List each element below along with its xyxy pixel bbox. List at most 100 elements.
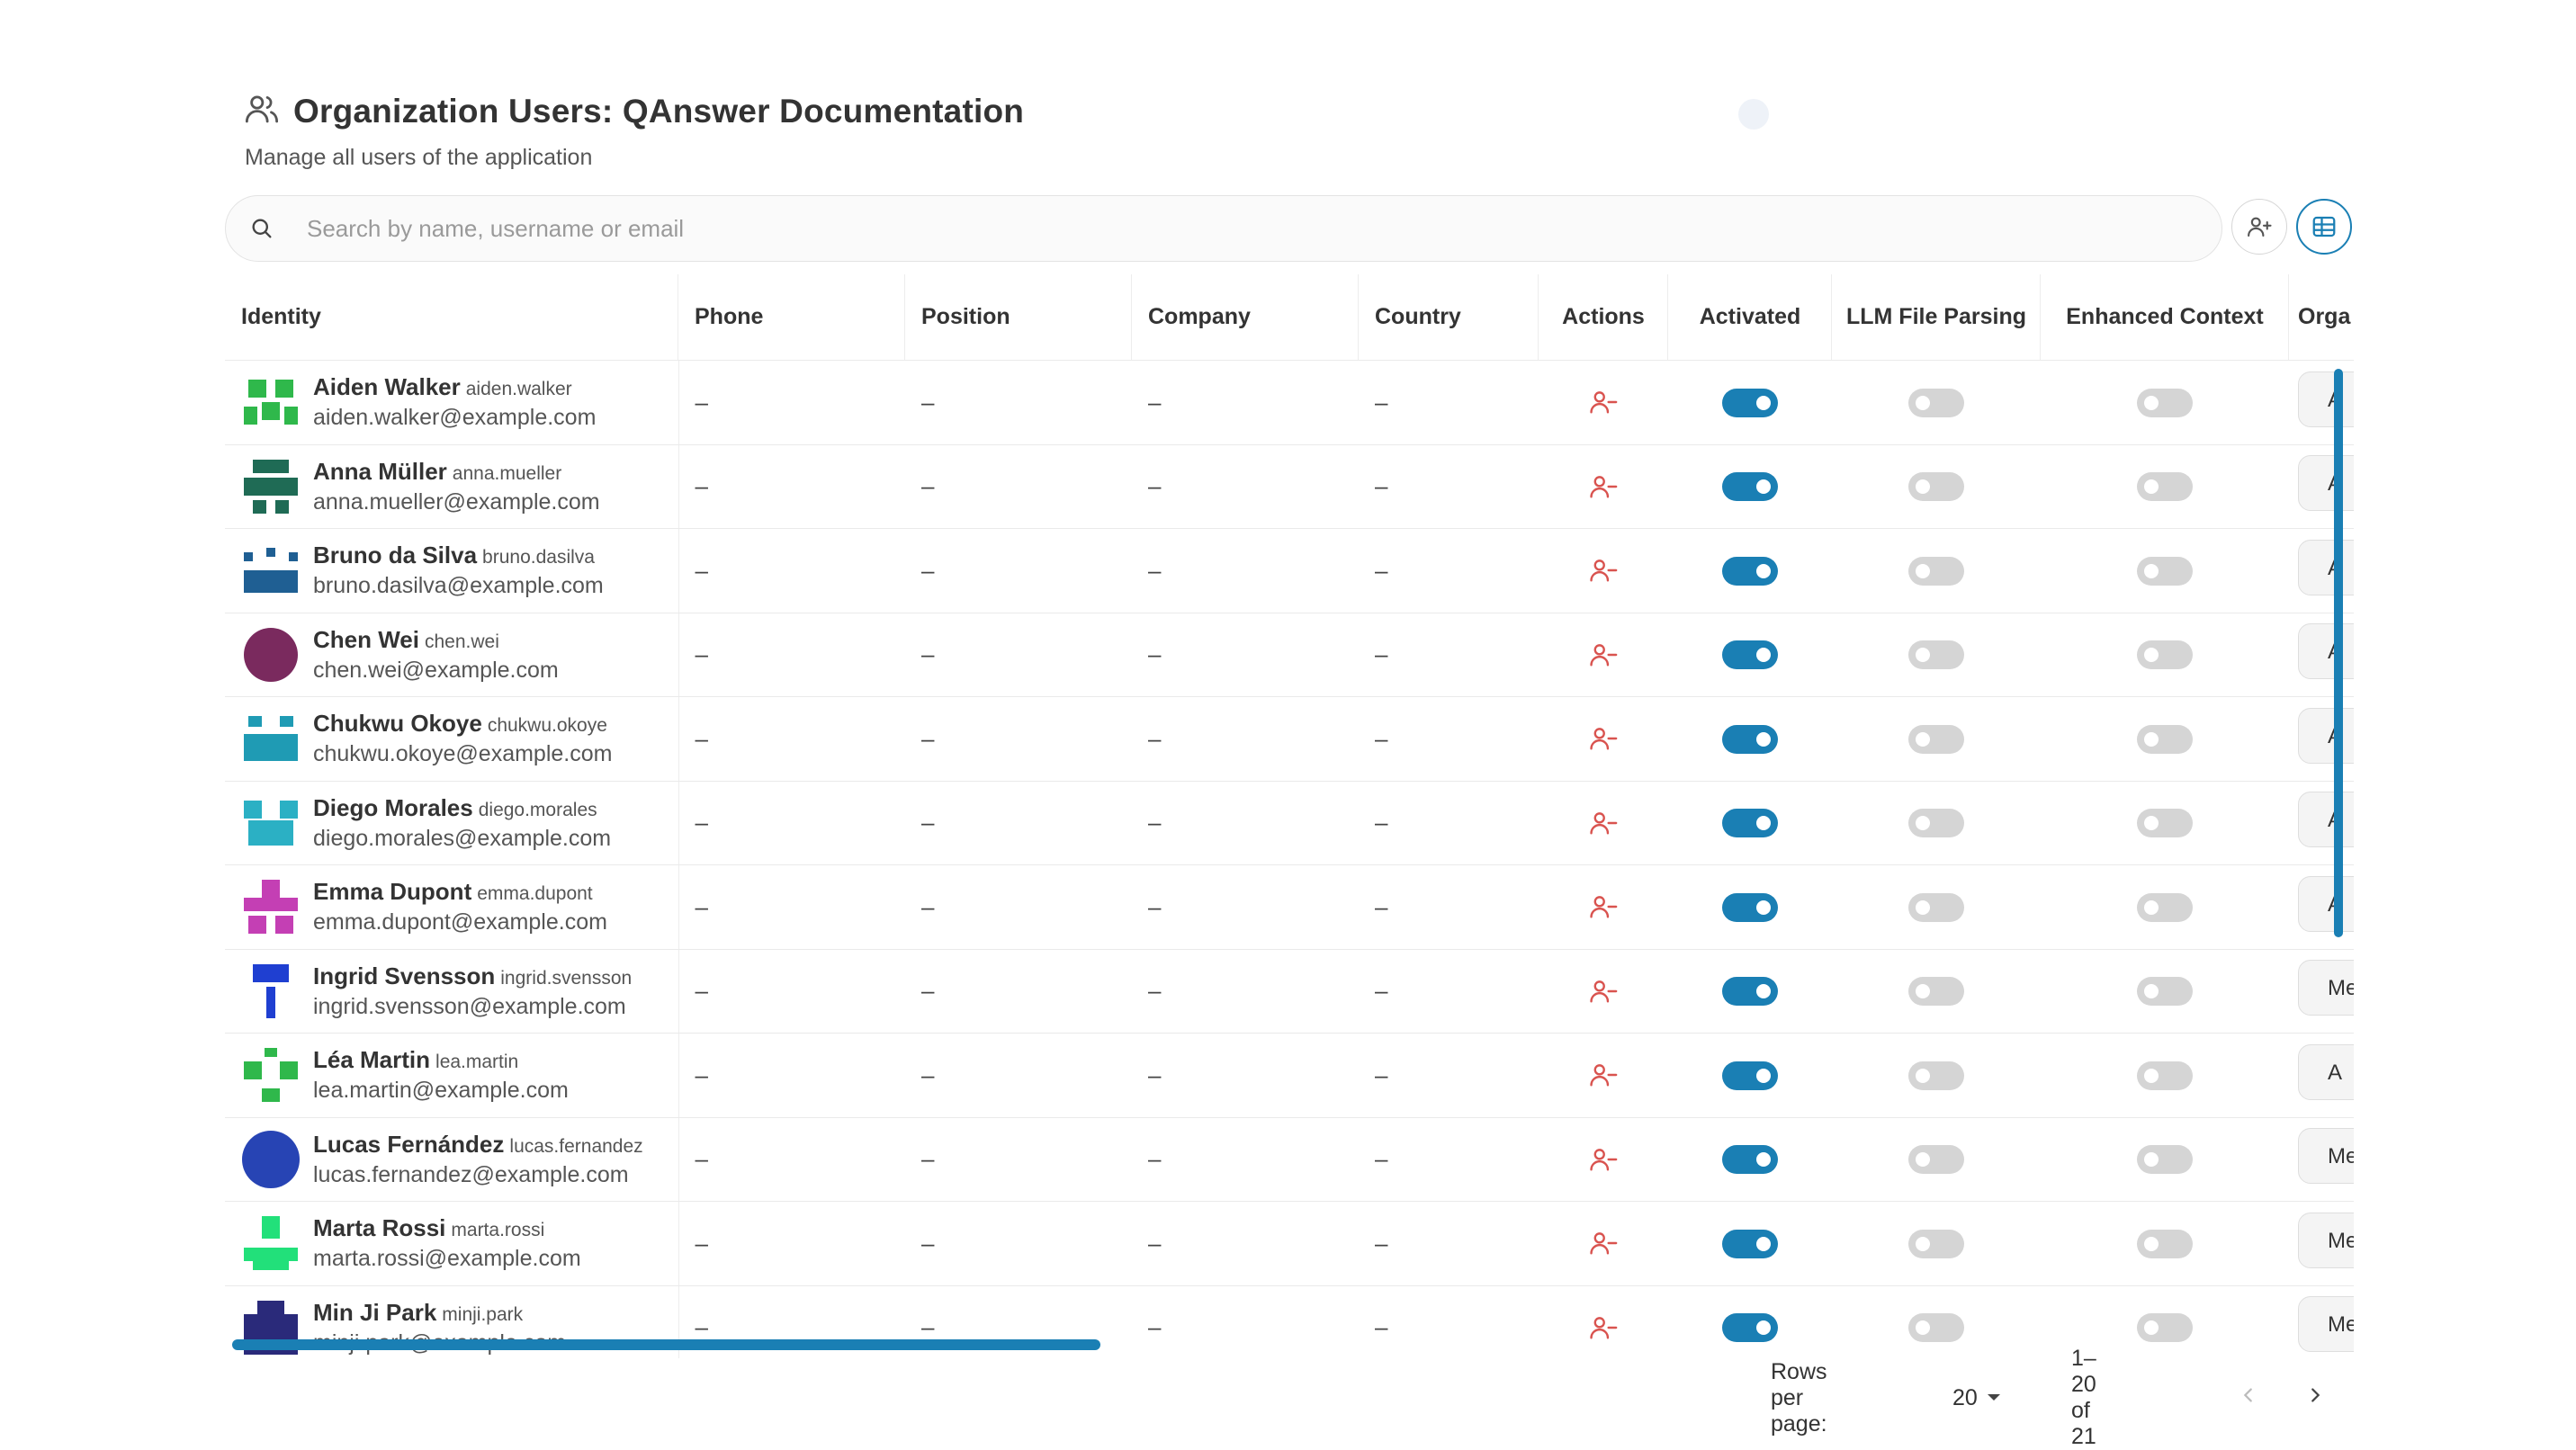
enhanced-context-toggle[interactable] — [2137, 388, 2193, 417]
remove-user-button[interactable] — [1588, 1228, 1619, 1255]
organization-role-select[interactable]: A — [2298, 792, 2354, 848]
remove-user-button[interactable] — [1588, 976, 1619, 1003]
organization-role-select[interactable]: A — [2298, 539, 2354, 595]
llm-file-parsing-toggle[interactable] — [1908, 809, 1964, 838]
activated-toggle[interactable] — [1722, 388, 1778, 417]
llm-file-parsing-toggle[interactable] — [1908, 640, 1964, 670]
table-view-button[interactable] — [2296, 199, 2352, 255]
col-company[interactable]: Company — [1132, 274, 1359, 361]
activated-toggle[interactable] — [1722, 472, 1778, 502]
user-name: Diego Morales — [313, 793, 473, 821]
rows-per-page-select[interactable]: 20 — [1952, 1385, 2001, 1411]
enhanced-context-toggle[interactable] — [2137, 472, 2193, 502]
llm-file-parsing-toggle[interactable] — [1908, 1229, 1964, 1258]
enhanced-context-toggle[interactable] — [2137, 1229, 2193, 1258]
organization-role-select[interactable]: A — [2298, 1043, 2354, 1100]
col-enhanced-context[interactable]: Enhanced Context — [2041, 274, 2289, 361]
col-identity[interactable]: Identity — [225, 274, 678, 361]
remove-user-button[interactable] — [1588, 723, 1619, 750]
previous-page-button[interactable] — [2239, 1385, 2258, 1411]
user-username: diego.morales — [478, 799, 597, 820]
enhanced-context-toggle[interactable] — [2137, 640, 2193, 670]
organization-role-select[interactable]: A — [2298, 707, 2354, 764]
page: Organization Users: QAnswer Documentatio… — [0, 0, 2576, 1449]
activated-toggle[interactable] — [1722, 1229, 1778, 1258]
activated-toggle[interactable] — [1722, 977, 1778, 1007]
position-value: – — [921, 977, 935, 1005]
activated-toggle[interactable] — [1722, 1061, 1778, 1090]
identity-cell: Bruno da Silva bruno.dasilva bruno.dasilv… — [225, 528, 679, 613]
col-country[interactable]: Country — [1359, 274, 1539, 361]
identity-cell: Chukwu Okoye chukwu.okoye chukwu.okoye@ex… — [225, 696, 679, 782]
horizontal-scrollbar[interactable] — [232, 1339, 1100, 1350]
user-email: anna.mueller@example.com — [313, 488, 600, 515]
organization-role-select[interactable]: Me — [2298, 960, 2354, 1016]
llm-file-parsing-toggle[interactable] — [1908, 556, 1964, 586]
llm-file-parsing-toggle[interactable] — [1908, 724, 1964, 754]
identity-cell: Lucas Fernández lucas.fernandez lucas.fer… — [225, 1117, 679, 1202]
col-position[interactable]: Position — [905, 274, 1132, 361]
enhanced-context-toggle[interactable] — [2137, 892, 2193, 922]
llm-file-parsing-toggle[interactable] — [1908, 892, 1964, 922]
remove-user-button[interactable] — [1588, 808, 1619, 835]
llm-file-parsing-toggle[interactable] — [1908, 388, 1964, 417]
organization-role-select[interactable]: A — [2298, 623, 2354, 680]
llm-file-parsing-toggle[interactable] — [1908, 1313, 1964, 1343]
col-organization[interactable]: Orga — [2289, 274, 2354, 361]
remove-user-button[interactable] — [1588, 471, 1619, 498]
activated-toggle[interactable] — [1722, 892, 1778, 922]
organization-role-select[interactable]: Me — [2298, 1212, 2354, 1268]
next-page-button[interactable] — [2305, 1385, 2325, 1411]
col-llm-file-parsing[interactable]: LLM File Parsing — [1832, 274, 2041, 361]
phone-value: – — [695, 1313, 708, 1341]
add-user-button[interactable] — [2231, 199, 2287, 255]
search-input[interactable] — [305, 213, 2108, 244]
chevron-right-icon — [2311, 1387, 2320, 1402]
organization-role-select[interactable]: Me — [2298, 1296, 2354, 1353]
activated-toggle[interactable] — [1722, 1313, 1778, 1343]
search-bar[interactable] — [225, 195, 2222, 262]
position-value: – — [921, 556, 935, 584]
phone-value: – — [695, 1145, 708, 1173]
activated-toggle[interactable] — [1722, 1145, 1778, 1175]
col-activated[interactable]: Activated — [1668, 274, 1832, 361]
enhanced-context-toggle[interactable] — [2137, 556, 2193, 586]
activated-toggle[interactable] — [1722, 640, 1778, 670]
activated-toggle[interactable] — [1722, 724, 1778, 754]
enhanced-context-toggle[interactable] — [2137, 977, 2193, 1007]
remove-user-button[interactable] — [1588, 1060, 1619, 1087]
organization-role-select[interactable]: A — [2298, 875, 2354, 932]
organization-role-select[interactable]: A — [2298, 455, 2354, 512]
identity-cell: Emma Dupont emma.dupont emma.dupont@examp… — [225, 864, 679, 950]
remove-user-button[interactable] — [1588, 1144, 1619, 1171]
activated-toggle[interactable] — [1722, 809, 1778, 838]
user-username: chen.wei — [424, 631, 499, 652]
col-phone[interactable]: Phone — [678, 274, 905, 361]
llm-file-parsing-toggle[interactable] — [1908, 1061, 1964, 1090]
country-value: – — [1375, 1145, 1388, 1173]
activated-toggle[interactable] — [1722, 556, 1778, 586]
llm-file-parsing-toggle[interactable] — [1908, 472, 1964, 502]
enhanced-context-toggle[interactable] — [2137, 809, 2193, 838]
remove-user-button[interactable] — [1588, 1312, 1619, 1339]
remove-user-button[interactable] — [1588, 891, 1619, 918]
country-value: – — [1375, 1061, 1388, 1088]
enhanced-context-toggle[interactable] — [2137, 1313, 2193, 1343]
vertical-scrollbar[interactable] — [2334, 369, 2343, 937]
position-value: – — [921, 892, 935, 920]
rows-per-page-label: Rows per page: — [1771, 1358, 1827, 1437]
llm-file-parsing-toggle[interactable] — [1908, 1145, 1964, 1175]
llm-file-parsing-toggle[interactable] — [1908, 977, 1964, 1007]
remove-user-button[interactable] — [1588, 387, 1619, 414]
phone-value: – — [695, 640, 708, 668]
enhanced-context-toggle[interactable] — [2137, 724, 2193, 754]
enhanced-context-toggle[interactable] — [2137, 1061, 2193, 1090]
remove-user-button[interactable] — [1588, 555, 1619, 582]
remove-user-button[interactable] — [1588, 640, 1619, 667]
table-row: Diego Morales diego.morales diego.morales… — [225, 781, 2354, 865]
organization-role-select[interactable]: Me — [2298, 1128, 2354, 1185]
avatar — [244, 800, 298, 846]
organization-role-select[interactable]: A — [2298, 371, 2354, 427]
avatar — [244, 380, 298, 425]
enhanced-context-toggle[interactable] — [2137, 1145, 2193, 1175]
